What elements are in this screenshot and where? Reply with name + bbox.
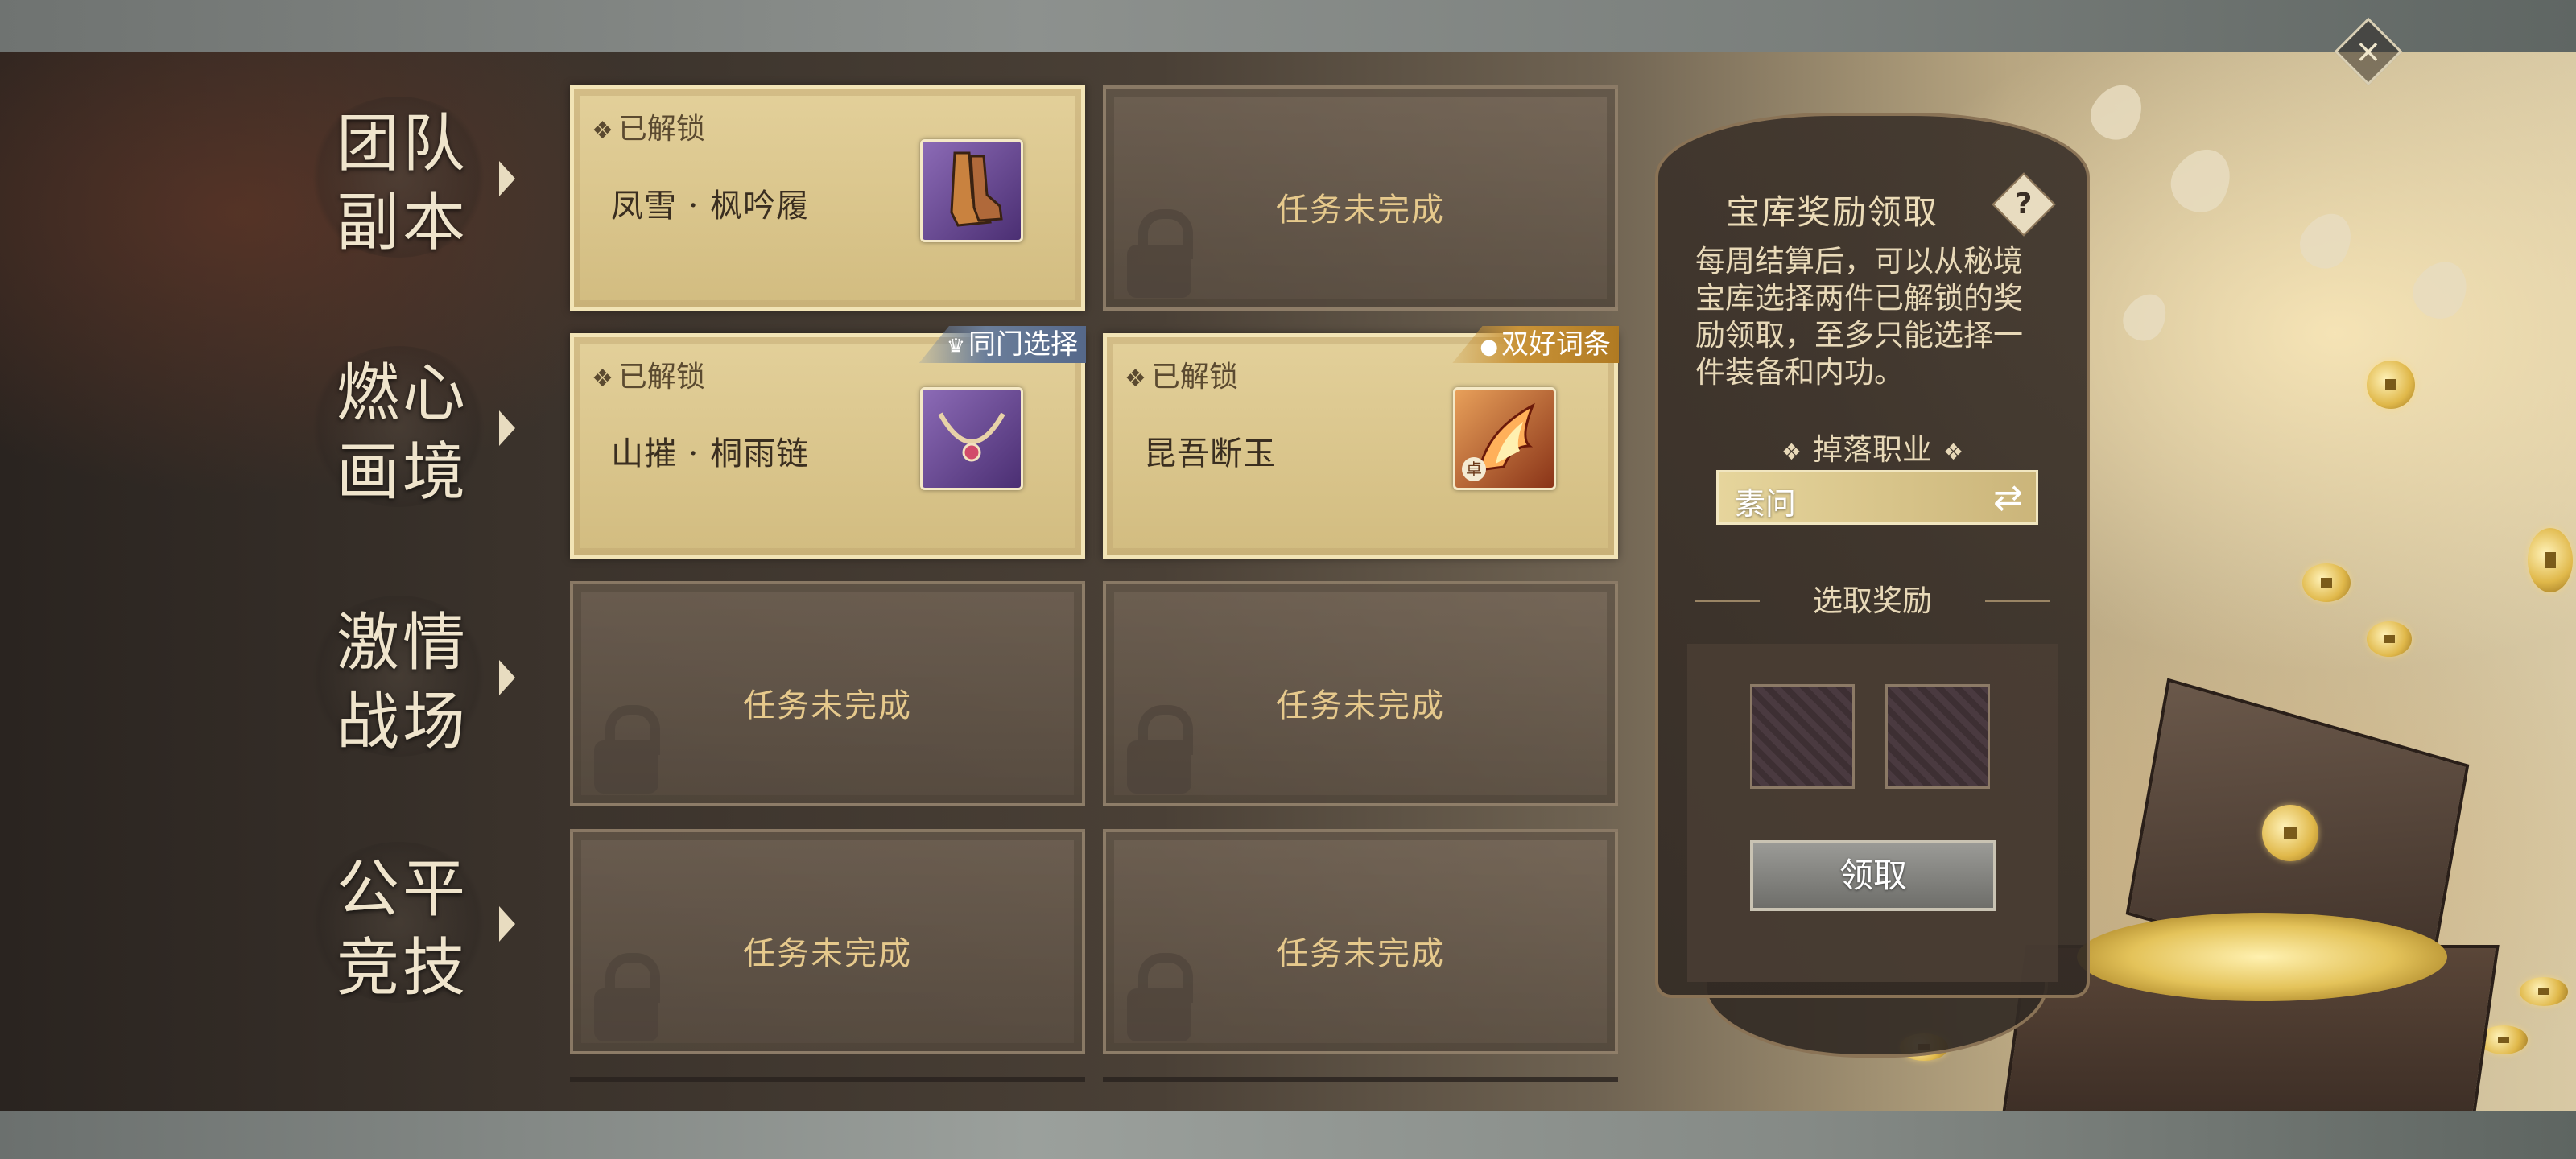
ginkgo-leaf — [2291, 204, 2362, 278]
item-name: 凤雪 · 枫吟履 — [611, 188, 810, 225]
diamond-icon: ❖ — [1781, 439, 1802, 465]
category-label: 燃心 画境 — [336, 357, 469, 509]
row-edge — [570, 1077, 1085, 1082]
gourd-icon: ● — [1480, 335, 1498, 359]
row-edge — [1103, 1077, 1618, 1082]
ginkgo-leaf — [2404, 251, 2478, 328]
ginkgo-leaf — [2161, 138, 2243, 223]
task-incomplete-text: 任务未完成 — [1276, 192, 1445, 229]
reward-slot-locked: 任务未完成 — [1103, 581, 1618, 806]
reward-slot-unlocked[interactable]: ❖ 已解锁 凤雪 · 枫吟履 — [570, 85, 1085, 311]
coin — [2520, 977, 2568, 1006]
coin — [2302, 563, 2351, 602]
reward-slot-unlocked[interactable]: ♛ 同门选择 ❖ 已解锁 山摧 · 桐雨链 — [570, 326, 1086, 559]
item-name: 山摧 · 桐雨链 — [611, 435, 810, 472]
selected-reward-slot[interactable] — [1750, 684, 1855, 789]
chevron-right-icon — [499, 161, 515, 196]
select-reward-label: 选取奖励 — [1813, 584, 1932, 618]
diamond-icon: ❖ — [592, 117, 613, 145]
category-heart-realm[interactable]: 燃心 画境 — [306, 338, 515, 515]
reward-slot-locked: 任务未完成 — [1103, 85, 1618, 311]
flame-skill-icon[interactable]: 卓 — [1453, 387, 1556, 490]
task-incomplete-text: 任务未完成 — [743, 687, 912, 724]
reward-slot-locked: 任务未完成 — [1103, 829, 1618, 1054]
coin — [2367, 621, 2412, 657]
divider-line — [1985, 600, 2050, 602]
chevron-right-icon — [499, 410, 515, 446]
close-icon: × — [2355, 32, 2382, 70]
chest-gold-pile — [2077, 913, 2447, 1001]
chevron-right-icon — [499, 660, 515, 695]
task-incomplete-text: 任务未完成 — [1276, 687, 1445, 724]
panel-description: 每周结算后，可以从秘境宝库选择两件已解锁的奖励领取，至多只能选择一件装备和内功。 — [1695, 244, 2023, 390]
ginkgo-leaf — [2082, 75, 2153, 149]
category-battlefield[interactable]: 激情 战场 — [306, 588, 515, 765]
class-select-value: 素问 — [1735, 486, 1797, 522]
item-name: 昆吾断玉 — [1144, 435, 1276, 472]
selected-reward-area — [1687, 644, 2058, 982]
unlocked-status: ❖ 已解锁 — [1125, 361, 1238, 394]
coin — [2262, 805, 2318, 861]
top-frame — [0, 0, 2576, 52]
drop-class-label: ❖ 掉落职业 ❖ — [1781, 432, 1964, 467]
vault-reward-panel: 宝库奖励领取 ? 每周结算后，可以从秘境宝库选择两件已解锁的奖励领取，至多只能选… — [1655, 113, 2090, 1058]
ginkgo-leaf — [2116, 286, 2175, 349]
swap-icon: ⇄ — [1993, 477, 2023, 518]
selected-reward-slot[interactable] — [1885, 684, 1990, 789]
boots-icon[interactable] — [920, 139, 1023, 242]
category-label: 团队 副本 — [336, 108, 469, 259]
category-raid[interactable]: 团队 副本 — [306, 89, 515, 266]
claim-button[interactable]: 领取 — [1750, 840, 1996, 911]
class-select[interactable]: 素问 ⇄ — [1716, 470, 2038, 525]
necklace-icon[interactable] — [920, 387, 1023, 490]
task-incomplete-text: 任务未完成 — [1276, 935, 1445, 972]
reward-slot-locked: 任务未完成 — [570, 829, 1085, 1054]
unlocked-status: ❖ 已解锁 — [592, 361, 705, 394]
category-label: 激情 战场 — [336, 607, 469, 758]
diamond-icon: ❖ — [1125, 365, 1146, 393]
category-label: 公平 竞技 — [336, 853, 469, 1004]
unlocked-status: ❖ 已解锁 — [592, 113, 705, 146]
category-arena[interactable]: 公平 竞技 — [306, 834, 515, 1011]
coin — [2528, 528, 2573, 592]
bottom-frame — [0, 1111, 2576, 1159]
diamond-icon: ❖ — [1943, 439, 1964, 465]
task-incomplete-text: 任务未完成 — [743, 935, 912, 972]
bell-icon: ♛ — [946, 335, 965, 359]
quality-badge: 卓 — [1462, 457, 1486, 481]
diamond-icon: ❖ — [592, 365, 613, 393]
coin — [2367, 361, 2415, 409]
reward-slot-locked: 任务未完成 — [570, 581, 1085, 806]
chevron-right-icon — [499, 906, 515, 942]
panel-title: 宝库奖励领取 — [1725, 192, 1938, 232]
reward-slot-unlocked[interactable]: ● 双好词条 ❖ 已解锁 昆吾断玉 卓 — [1103, 326, 1619, 559]
